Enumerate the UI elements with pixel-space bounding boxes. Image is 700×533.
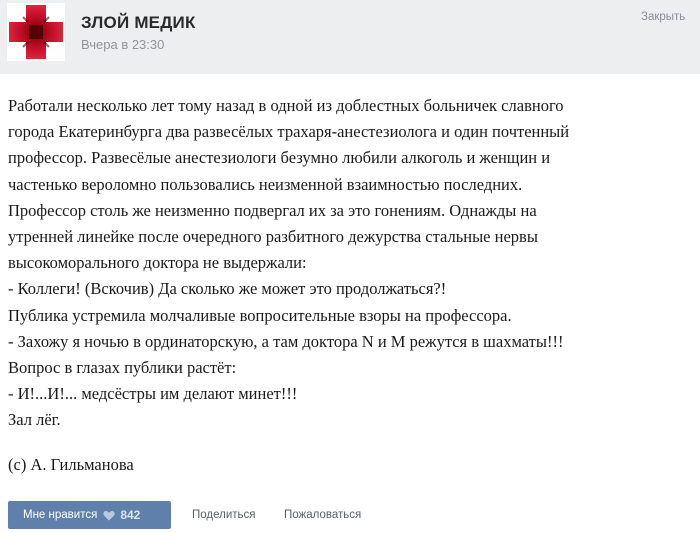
report-link[interactable]: Пожаловаться (284, 509, 361, 521)
post-text: Работали несколько лет тому назад в одно… (8, 93, 694, 433)
group-name[interactable]: ЗЛОЙ МЕДИК (81, 13, 196, 33)
post-text-line: высокоморального доктора не выдержали: (8, 253, 307, 273)
like-button[interactable]: Мне нравится 842 (8, 501, 171, 529)
heart-icon (103, 510, 115, 520)
post-text-line: профессор. Развесёлые анестезиологи безу… (8, 148, 551, 168)
post-text-line: частенько вероломно пользовались неизмен… (8, 174, 523, 194)
post-text-line: Зал лёг. (8, 410, 61, 430)
like-label: Мне нравится (23, 509, 98, 521)
share-link[interactable]: Поделиться (192, 509, 256, 521)
post-text-line: Профессор столь же неизменно подвергал и… (8, 200, 537, 220)
post-text-line: утренней линейке после очередного разбит… (8, 226, 538, 246)
hide-post-link[interactable]: Закрыть (641, 11, 685, 23)
post-text-line: города Екатеринбурга два развесёлых трах… (8, 122, 570, 142)
post-text-line: - Коллеги! (Вскочив) Да сколько же может… (8, 279, 447, 299)
post-signature: (с) А. Гильманова (8, 455, 134, 474)
post-header: ЗЛОЙ МЕДИК Вчера в 23:30 Закрыть (0, 0, 700, 74)
group-avatar[interactable] (7, 3, 65, 61)
post-text-line: Вопрос в глазах публики растёт: (8, 357, 237, 377)
red-cross-icon (7, 3, 65, 61)
post-text-line: - Захожу я ночью в ординаторскую, а там … (8, 331, 564, 351)
post-text-line: Работали несколько лет тому назад в одно… (8, 96, 564, 115)
post-text-line: - И!...И!... медсёстры им делают минет!!… (8, 384, 298, 404)
post-text-line: Публика устремила молчаливые вопроситель… (8, 305, 512, 325)
post-timestamp[interactable]: Вчера в 23:30 (81, 37, 164, 52)
like-count: 842 (120, 508, 141, 522)
